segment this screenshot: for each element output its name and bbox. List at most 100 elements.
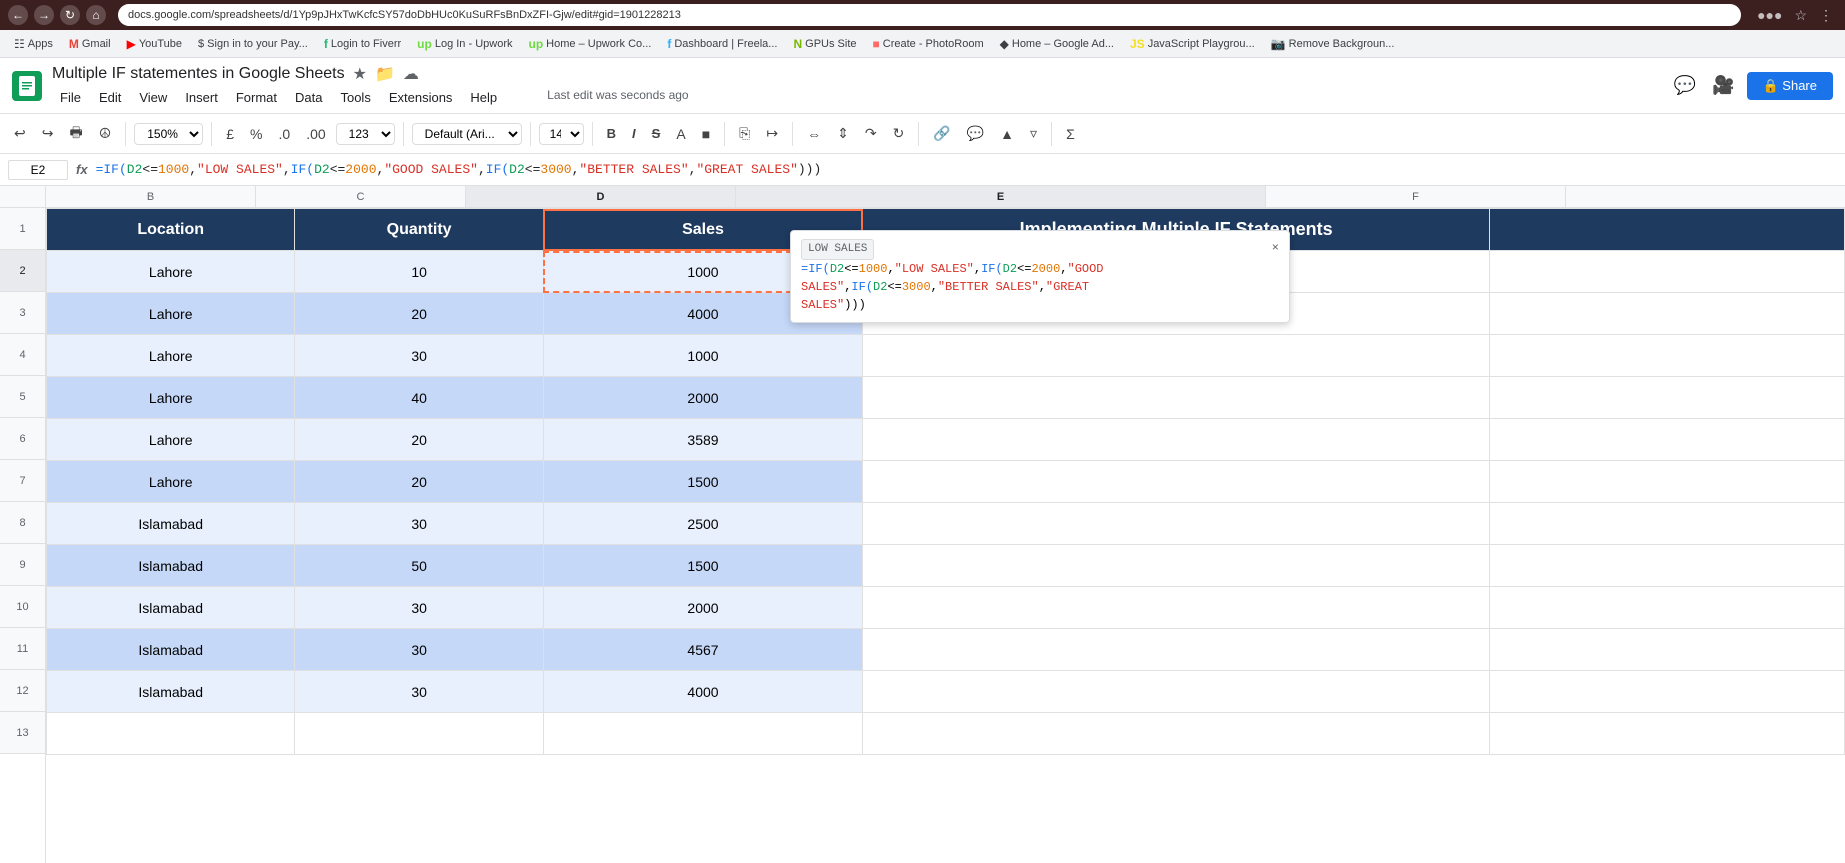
extensions-button[interactable]: ●●● — [1753, 5, 1786, 25]
more-button[interactable]: ⋮ — [1815, 5, 1837, 26]
formula-button[interactable]: Σ — [1060, 122, 1081, 146]
formula-content[interactable]: =IF(D2<=1000,"LOW SALES",IF(D2<=2000,"GO… — [96, 162, 1837, 177]
cell-b9[interactable]: Islamabad — [47, 545, 295, 587]
row-num-1[interactable]: 1 — [0, 208, 45, 250]
link-button[interactable]: 🔗 — [927, 121, 956, 146]
italic-button[interactable]: I — [626, 123, 642, 144]
col-header-b[interactable]: B — [46, 186, 256, 207]
cell-b8[interactable]: Islamabad — [47, 503, 295, 545]
cell-c10[interactable]: 30 — [295, 587, 543, 629]
star-button[interactable]: ☆ — [1790, 5, 1811, 26]
row-num-4[interactable]: 4 — [0, 334, 45, 376]
undo-button[interactable]: ↩ — [8, 121, 32, 146]
text-rotate-button[interactable]: ↻ — [887, 121, 911, 146]
cell-f11[interactable] — [1490, 629, 1845, 671]
cell-reference-box[interactable] — [8, 160, 68, 180]
menu-view[interactable]: View — [131, 88, 175, 107]
col-header-f[interactable]: F — [1266, 186, 1566, 207]
cell-c6[interactable]: 20 — [295, 419, 543, 461]
cell-f4[interactable] — [1490, 335, 1845, 377]
cell-f6[interactable] — [1490, 419, 1845, 461]
bookmark-googleads[interactable]: ◆ Home – Google Ad... — [994, 35, 1120, 53]
cell-f12[interactable] — [1490, 671, 1845, 713]
nav-home-button[interactable]: ⌂ — [86, 5, 106, 25]
row-num-5[interactable]: 5 — [0, 376, 45, 418]
cell-e8[interactable] — [863, 503, 1490, 545]
cell-b11[interactable]: Islamabad — [47, 629, 295, 671]
row-num-3[interactable]: 3 — [0, 292, 45, 334]
menu-data[interactable]: Data — [287, 88, 330, 107]
merge-button[interactable]: ↦ — [760, 121, 784, 146]
bookmark-gmail[interactable]: M Gmail — [63, 35, 117, 53]
row-num-11[interactable]: 11 — [0, 628, 45, 670]
cell-b13[interactable] — [47, 713, 295, 755]
cell-b4[interactable]: Lahore — [47, 335, 295, 377]
cell-c5[interactable]: 40 — [295, 377, 543, 419]
cell-d13[interactable] — [543, 713, 862, 755]
cell-c8[interactable]: 30 — [295, 503, 543, 545]
bookmark-pay[interactable]: $ Sign in to your Pay... — [192, 36, 314, 52]
cell-d9[interactable]: 1500 — [543, 545, 862, 587]
bookmark-youtube[interactable]: ▶ YouTube — [121, 35, 188, 53]
bookmark-fiverr[interactable]: f Login to Fiverr — [318, 35, 407, 53]
cell-d12[interactable]: 4000 — [543, 671, 862, 713]
row-num-2[interactable]: 2 — [0, 250, 45, 292]
cell-f7[interactable] — [1490, 461, 1845, 503]
format-select[interactable]: 123 — [336, 123, 395, 145]
cell-b10[interactable]: Islamabad — [47, 587, 295, 629]
highlight-button[interactable]: ■ — [696, 122, 716, 146]
cell-e7[interactable] — [863, 461, 1490, 503]
cell-c9[interactable]: 50 — [295, 545, 543, 587]
cell-f3[interactable] — [1490, 293, 1845, 335]
currency-button[interactable]: £ — [220, 122, 240, 146]
cell-e4[interactable] — [863, 335, 1490, 377]
row-num-10[interactable]: 10 — [0, 586, 45, 628]
paint-format-button[interactable]: ☮ — [93, 121, 118, 146]
bookmark-apps[interactable]: ☷ Apps — [8, 35, 59, 53]
cell-e11[interactable] — [863, 629, 1490, 671]
menu-format[interactable]: Format — [228, 88, 285, 107]
col-header-c[interactable]: C — [256, 186, 466, 207]
bookmark-upwork2[interactable]: up Home – Upwork Co... — [523, 35, 658, 53]
col-header-d[interactable]: D — [466, 186, 736, 207]
row-num-6[interactable]: 6 — [0, 418, 45, 460]
decimal-less-button[interactable]: .0 — [273, 122, 297, 146]
document-title[interactable]: Multiple IF statementes in Google Sheets — [52, 65, 345, 83]
row-num-13[interactable]: 13 — [0, 712, 45, 754]
cell-c7[interactable]: 20 — [295, 461, 543, 503]
cell-f9[interactable] — [1490, 545, 1845, 587]
cell-d6[interactable]: 3589 — [543, 419, 862, 461]
nav-back-button[interactable]: ← — [8, 5, 28, 25]
menu-file[interactable]: File — [52, 88, 89, 107]
meet-button[interactable]: 🎥 — [1708, 71, 1738, 100]
cell-d8[interactable]: 2500 — [543, 503, 862, 545]
cell-c13[interactable] — [295, 713, 543, 755]
bookmark-photoroom[interactable]: ■ Create - PhotoRoom — [867, 35, 990, 53]
cell-d5[interactable]: 2000 — [543, 377, 862, 419]
percent-button[interactable]: % — [244, 122, 268, 146]
cell-c12[interactable]: 30 — [295, 671, 543, 713]
col-header-e[interactable]: E — [736, 186, 1266, 207]
nav-reload-button[interactable]: ↻ — [60, 5, 80, 25]
cell-b2[interactable]: Lahore — [47, 251, 295, 293]
bookmark-removebg[interactable]: 📷 Remove Backgroun... — [1265, 35, 1401, 53]
cell-d7[interactable]: 1500 — [543, 461, 862, 503]
share-button[interactable]: 🔒 Share — [1747, 72, 1834, 100]
font-family-select[interactable]: Default (Ari... — [412, 123, 522, 145]
cell-d11[interactable]: 4567 — [543, 629, 862, 671]
menu-insert[interactable]: Insert — [177, 88, 226, 107]
bookmark-gpus[interactable]: N GPUs Site — [787, 35, 862, 53]
cell-b7[interactable]: Lahore — [47, 461, 295, 503]
cell-e5[interactable] — [863, 377, 1490, 419]
cell-b6[interactable]: Lahore — [47, 419, 295, 461]
header-location[interactable]: Location — [47, 209, 295, 251]
cell-c11[interactable]: 30 — [295, 629, 543, 671]
header-quantity[interactable]: Quantity — [295, 209, 543, 251]
cell-f8[interactable] — [1490, 503, 1845, 545]
row-num-7[interactable]: 7 — [0, 460, 45, 502]
cell-f13[interactable] — [1490, 713, 1845, 755]
cell-e9[interactable] — [863, 545, 1490, 587]
menu-tools[interactable]: Tools — [332, 88, 378, 107]
decimal-more-button[interactable]: .00 — [300, 122, 331, 146]
nav-forward-button[interactable]: → — [34, 5, 54, 25]
